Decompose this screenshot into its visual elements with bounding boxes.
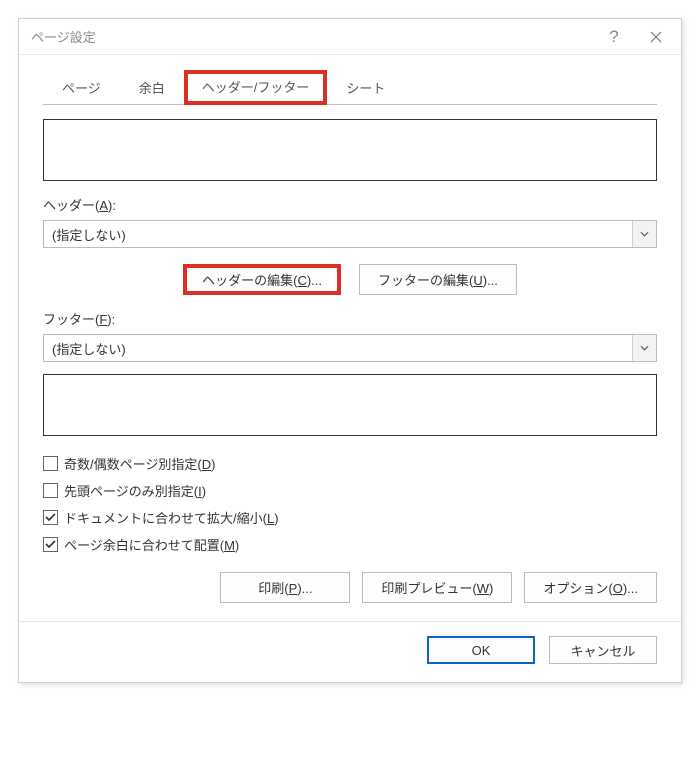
header-dropdown[interactable]: (指定しない): [43, 220, 657, 248]
help-button[interactable]: ?: [593, 22, 635, 52]
print-preview-button[interactable]: 印刷プレビュー(W): [362, 572, 512, 603]
titlebar: ページ設定 ?: [19, 19, 681, 55]
edit-buttons-row: ヘッダーの編集(C)... フッターの編集(U)...: [43, 264, 657, 295]
tab-header-footer[interactable]: ヘッダー/フッター: [184, 70, 328, 105]
close-button[interactable]: [635, 22, 677, 52]
checkbox-label: 奇数/偶数ページ別指定(D): [64, 454, 215, 473]
chevron-down-icon: [632, 221, 656, 247]
checkbox-odd-even[interactable]: 奇数/偶数ページ別指定(D): [43, 454, 657, 473]
checkbox-label: 先頭ページのみ別指定(I): [64, 481, 206, 500]
header-label: ヘッダー(A):: [43, 195, 657, 214]
checkbox-scale-document[interactable]: ドキュメントに合わせて拡大/縮小(L): [43, 508, 657, 527]
checkbox-group: 奇数/偶数ページ別指定(D) 先頭ページのみ別指定(I) ドキュメントに合わせて…: [43, 454, 657, 554]
footer-preview: [43, 374, 657, 436]
tab-margins[interactable]: 余白: [120, 70, 184, 105]
footer-label: フッター(F):: [43, 309, 657, 328]
print-button[interactable]: 印刷(P)...: [220, 572, 350, 603]
page-setup-dialog: ページ設定 ? ページ 余白 ヘッダー/フッター シート ヘッダー(A): (指…: [18, 18, 682, 683]
options-button[interactable]: オプション(O)...: [524, 572, 657, 603]
checkbox-icon: [43, 456, 58, 471]
checkbox-checked-icon: [43, 537, 58, 552]
dialog-title: ページ設定: [31, 27, 593, 46]
footer-dropdown[interactable]: (指定しない): [43, 334, 657, 362]
header-preview: [43, 119, 657, 181]
tab-sheet[interactable]: シート: [327, 70, 404, 105]
edit-header-button[interactable]: ヘッダーの編集(C)...: [183, 264, 341, 295]
footer-dropdown-value: (指定しない): [44, 339, 632, 358]
checkbox-icon: [43, 483, 58, 498]
checkbox-checked-icon: [43, 510, 58, 525]
ok-button[interactable]: OK: [427, 636, 535, 664]
checkbox-first-page[interactable]: 先頭ページのみ別指定(I): [43, 481, 657, 500]
edit-footer-button[interactable]: フッターの編集(U)...: [359, 264, 517, 295]
checkbox-label: ページ余白に合わせて配置(M): [64, 535, 239, 554]
tab-page[interactable]: ページ: [43, 70, 120, 105]
dialog-content: ページ 余白 ヘッダー/フッター シート ヘッダー(A): (指定しない) ヘッ…: [19, 55, 681, 621]
tab-strip: ページ 余白 ヘッダー/フッター シート: [43, 69, 657, 105]
checkbox-label: ドキュメントに合わせて拡大/縮小(L): [64, 508, 279, 527]
close-icon: [650, 31, 662, 43]
checkbox-align-margins[interactable]: ページ余白に合わせて配置(M): [43, 535, 657, 554]
bottom-buttons: 印刷(P)... 印刷プレビュー(W) オプション(O)...: [43, 572, 657, 603]
chevron-down-icon: [632, 335, 656, 361]
cancel-button[interactable]: キャンセル: [549, 636, 657, 664]
header-dropdown-value: (指定しない): [44, 225, 632, 244]
dialog-footer: OK キャンセル: [19, 621, 681, 682]
